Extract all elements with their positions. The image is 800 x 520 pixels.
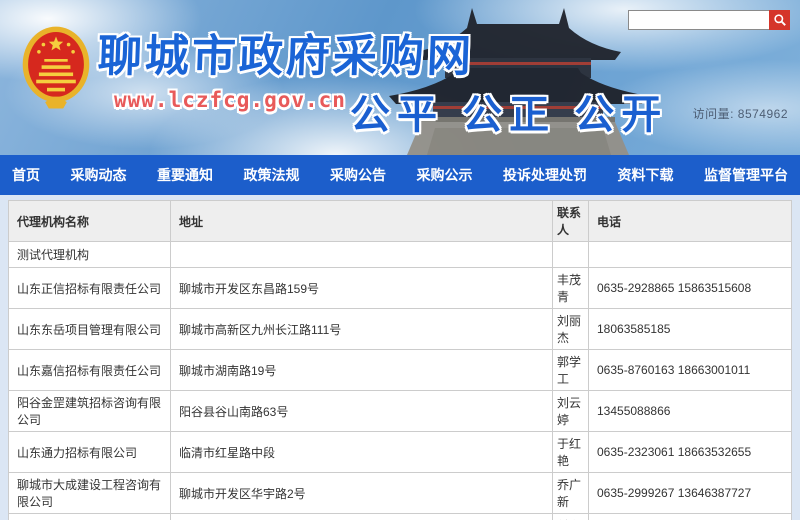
contact-cell: 郭学工	[553, 350, 589, 391]
agency-name-cell: 山东大华工程咨询有限公司	[9, 514, 171, 520]
phone-cell: 13455088866	[589, 391, 792, 432]
column-header-1: 代理机构名称	[9, 201, 171, 242]
contact-cell: 丰茂青	[553, 268, 589, 309]
column-header-3: 联系人	[553, 201, 589, 242]
nav-item-5[interactable]: 采购公告	[330, 165, 386, 185]
agency-name-cell: 山东正信招标有限责任公司	[9, 268, 171, 309]
phone-cell: 0635-8760163 18663001011	[589, 350, 792, 391]
china-national-emblem-icon	[20, 24, 92, 112]
address-cell: 聊城市高新区九州长江路111号	[171, 309, 553, 350]
search-button[interactable]	[769, 10, 790, 30]
table-header-row: 代理机构名称地址联系人电话	[9, 201, 792, 242]
address-cell: 阳谷县谷山南路63号	[171, 391, 553, 432]
address-cell	[171, 242, 553, 268]
address-cell: 山东省聊城市昌润路5号明康综合楼五楼	[171, 514, 553, 520]
table-row: 阳谷金罡建筑招标咨询有限公司阳谷县谷山南路63号刘云婷13455088866	[9, 391, 792, 432]
nav-item-9[interactable]: 监督管理平台	[704, 165, 788, 185]
phone-cell: 18063585185	[589, 309, 792, 350]
table-row: 山东通力招标有限公司临清市红星路中段于红艳0635-2323061 186635…	[9, 432, 792, 473]
search-area	[628, 10, 790, 30]
table-row: 聊城市大成建设工程咨询有限公司聊城市开发区华宇路2号乔广新0635-299926…	[9, 473, 792, 514]
content-area: 代理机构名称地址联系人电话 测试代理机构山东正信招标有限责任公司聊城市开发区东昌…	[0, 195, 800, 520]
address-cell: 聊城市开发区东昌路159号	[171, 268, 553, 309]
visit-counter: 访问量: 8574962	[693, 105, 788, 122]
main-nav: 首页 采购动态 重要通知 政策法规 采购公告 采购公示 投诉处理处罚 资料下载 监督管理平台	[0, 155, 800, 195]
site-header: 聊城市政府采购网 www.lczfcg.gov.cn 公平 公正 公开 访问量:…	[0, 0, 800, 155]
contact-cell: 乔广新	[553, 473, 589, 514]
nav-item-6[interactable]: 采购公示	[417, 165, 473, 185]
contact-cell: 刘丽杰	[553, 309, 589, 350]
column-header-2: 地址	[171, 201, 553, 242]
agency-name-cell: 阳谷金罡建筑招标咨询有限公司	[9, 391, 171, 432]
address-cell: 聊城市开发区华宇路2号	[171, 473, 553, 514]
column-header-4: 电话	[589, 201, 792, 242]
search-input[interactable]	[628, 10, 769, 30]
phone-cell: 0635-2928865 15863515608	[589, 268, 792, 309]
site-slogan: 公平 公正 公开	[350, 82, 668, 140]
contact-cell: 付兴杰	[553, 514, 589, 520]
agency-name-cell: 山东东岳项目管理有限公司	[9, 309, 171, 350]
contact-cell	[553, 242, 589, 268]
table-row: 山东嘉信招标有限责任公司聊城市湖南路19号郭学工0635-8760163 186…	[9, 350, 792, 391]
visit-label: 访问量:	[693, 107, 734, 121]
nav-item-8[interactable]: 资料下载	[618, 165, 674, 185]
phone-cell: 0635-2323061 18663532655	[589, 432, 792, 473]
nav-item-2[interactable]: 采购动态	[71, 165, 127, 185]
search-icon	[772, 12, 788, 28]
phone-cell: 13606358513	[589, 514, 792, 520]
table-row: 山东大华工程咨询有限公司山东省聊城市昌润路5号明康综合楼五楼付兴杰1360635…	[9, 514, 792, 520]
address-cell: 临清市红星路中段	[171, 432, 553, 473]
agency-table: 代理机构名称地址联系人电话 测试代理机构山东正信招标有限责任公司聊城市开发区东昌…	[8, 200, 792, 520]
table-row: 山东东岳项目管理有限公司聊城市高新区九州长江路111号刘丽杰1806358518…	[9, 309, 792, 350]
nav-item-1[interactable]: 首页	[12, 165, 40, 185]
nav-item-7[interactable]: 投诉处理处罚	[503, 165, 587, 185]
address-cell: 聊城市湖南路19号	[171, 350, 553, 391]
site-title: 聊城市政府采购网	[97, 20, 475, 84]
agency-name-cell: 山东通力招标有限公司	[9, 432, 171, 473]
site-url: www.lczfcg.gov.cn	[114, 88, 346, 112]
contact-cell: 刘云婷	[553, 391, 589, 432]
nav-item-3[interactable]: 重要通知	[157, 165, 213, 185]
agency-name-cell: 聊城市大成建设工程咨询有限公司	[9, 473, 171, 514]
table-row: 山东正信招标有限责任公司聊城市开发区东昌路159号丰茂青0635-2928865…	[9, 268, 792, 309]
phone-cell	[589, 242, 792, 268]
phone-cell: 0635-2999267 13646387727	[589, 473, 792, 514]
table-row: 测试代理机构	[9, 242, 792, 268]
agency-name-cell: 山东嘉信招标有限责任公司	[9, 350, 171, 391]
agency-name-cell: 测试代理机构	[9, 242, 171, 268]
nav-item-4[interactable]: 政策法规	[244, 165, 300, 185]
visit-count: 8574962	[738, 107, 788, 121]
contact-cell: 于红艳	[553, 432, 589, 473]
